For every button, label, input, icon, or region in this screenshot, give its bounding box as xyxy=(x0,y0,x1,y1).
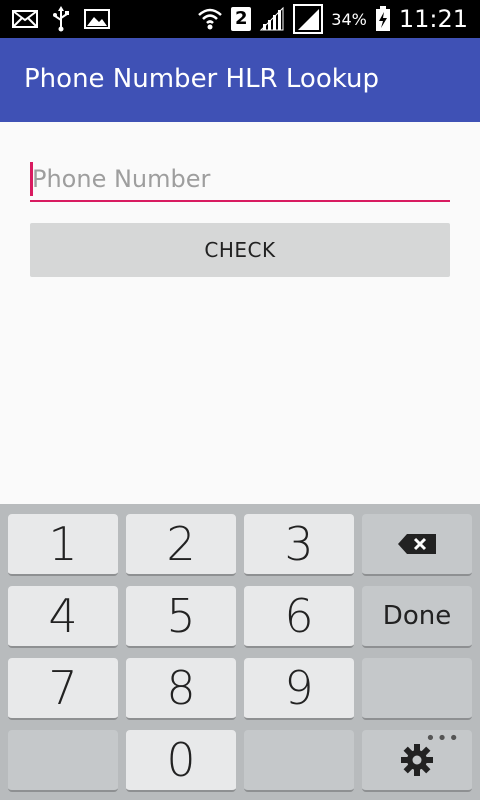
key-5[interactable]: 5 xyxy=(126,586,236,648)
phone-number-input[interactable] xyxy=(30,158,450,202)
blank-key[interactable] xyxy=(244,730,354,792)
app-bar: Phone Number HLR Lookup xyxy=(0,38,480,122)
key-6[interactable]: 6 xyxy=(244,586,354,648)
key-4[interactable]: 4 xyxy=(8,586,118,648)
check-button[interactable]: CHECK xyxy=(30,223,450,277)
battery-charging-icon xyxy=(375,6,390,31)
page-title: Phone Number HLR Lookup xyxy=(24,64,379,94)
backspace-key[interactable] xyxy=(362,514,472,576)
backspace-icon xyxy=(398,534,436,554)
network-badge: 2 xyxy=(231,7,252,31)
signal-icon xyxy=(260,6,284,31)
key-2[interactable]: 2 xyxy=(126,514,236,576)
wifi-icon xyxy=(198,8,223,30)
key-7[interactable]: 7 xyxy=(8,658,118,720)
status-left-icons xyxy=(12,6,110,32)
image-icon xyxy=(84,9,110,29)
key-1[interactable]: 1 xyxy=(8,514,118,576)
blank-key[interactable] xyxy=(8,730,118,792)
status-bar: 2 34% 11:21 xyxy=(0,0,480,38)
key-0[interactable]: 0 xyxy=(126,730,236,792)
signal-icon xyxy=(293,4,324,34)
more-dots-icon: ••• xyxy=(425,728,460,749)
text-cursor xyxy=(30,162,33,196)
key-3[interactable]: 3 xyxy=(244,514,354,576)
usb-icon xyxy=(53,6,69,32)
settings-key[interactable]: ••• xyxy=(362,728,472,792)
battery-percent: 34% xyxy=(331,9,367,29)
key-9[interactable]: 9 xyxy=(244,658,354,720)
main-content: CHECK xyxy=(0,122,480,504)
blank-key[interactable] xyxy=(362,658,472,720)
clock: 11:21 xyxy=(398,5,468,33)
status-right-icons: 2 34% 11:21 xyxy=(197,4,468,34)
mail-icon xyxy=(12,10,38,28)
key-8[interactable]: 8 xyxy=(126,658,236,720)
done-key[interactable]: Done xyxy=(362,586,472,648)
numeric-keyboard: 1 2 3 4 5 6 Done 7 8 9 0 ••• xyxy=(0,504,480,800)
